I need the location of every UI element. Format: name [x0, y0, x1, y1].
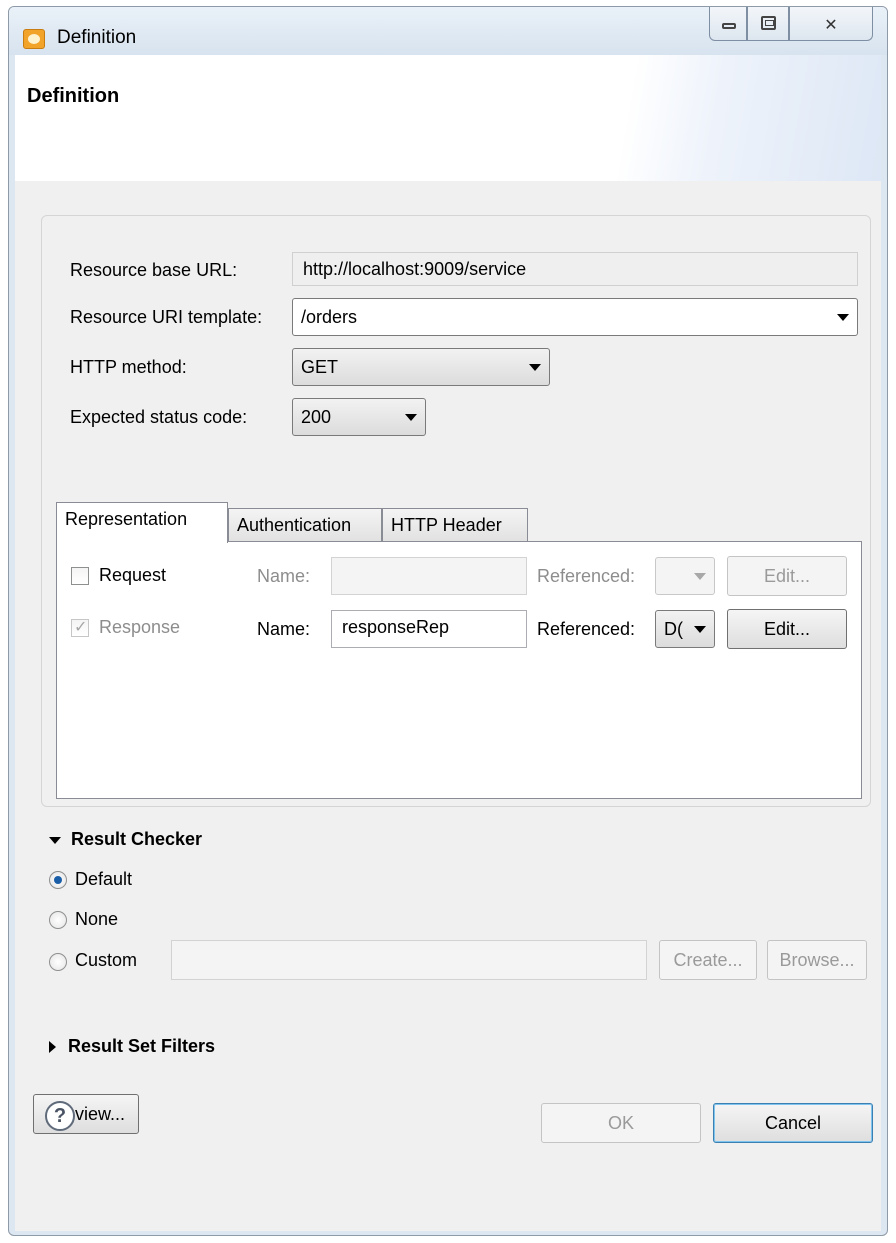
tab-representation[interactable]: Representation — [56, 502, 228, 543]
status-code-combo[interactable]: 200 — [292, 398, 426, 436]
triangle-right-icon — [49, 1041, 56, 1054]
base-url-field[interactable]: http://localhost:9009/service — [292, 252, 858, 286]
response-label: Response — [99, 617, 181, 637]
help-icon[interactable]: ? — [45, 1101, 75, 1131]
request-edit-button[interactable]: Edit... — [727, 556, 847, 596]
request-referenced-label: Referenced: — [537, 566, 636, 586]
chevron-down-icon — [837, 314, 849, 321]
close-icon: ✕ — [824, 17, 838, 34]
response-checkbox[interactable]: ✓ — [71, 619, 89, 637]
triangle-down-icon — [49, 836, 61, 844]
result-set-filters-header[interactable]: Result Set Filters — [49, 1036, 215, 1057]
http-method-value: GET — [301, 357, 339, 377]
minimize-button[interactable] — [709, 7, 747, 41]
minimize-icon — [722, 23, 736, 29]
radio-custom[interactable] — [49, 953, 67, 971]
cancel-button[interactable]: Cancel — [713, 1103, 873, 1143]
maximize-button[interactable] — [747, 7, 789, 41]
radio-none[interactable] — [49, 911, 67, 929]
base-url-value: http://localhost:9009/service — [303, 259, 527, 279]
dialog-window: Definition ✕ Definition Resource base UR… — [8, 6, 888, 1236]
request-name-label: Name: — [257, 566, 311, 586]
http-method-label: HTTP method: — [70, 357, 187, 377]
response-referenced-label: Referenced: — [537, 619, 636, 639]
response-edit-button[interactable]: Edit... — [727, 609, 847, 649]
result-checker-title: Result Checker — [71, 829, 203, 849]
http-method-combo[interactable]: GET — [292, 348, 550, 386]
result-checker-header[interactable]: Result Checker — [49, 829, 202, 850]
response-name-label: Name: — [257, 619, 311, 639]
chevron-down-icon — [694, 573, 706, 580]
chevron-down-icon — [529, 364, 541, 371]
response-name-value: responseRep — [342, 617, 450, 637]
ok-button[interactable]: OK — [541, 1103, 701, 1143]
dialog-client-area: Definition Resource base URL: http://loc… — [15, 55, 881, 1231]
status-code-label: Expected status code: — [70, 407, 248, 427]
radio-default-label: Default — [75, 869, 133, 889]
browse-button[interactable]: Browse... — [767, 940, 867, 980]
checkmark-icon: ✓ — [74, 619, 88, 636]
close-button[interactable]: ✕ — [789, 7, 873, 41]
request-label: Request — [99, 565, 167, 585]
request-checkbox[interactable] — [71, 567, 89, 585]
uri-template-combo[interactable]: /orders — [292, 298, 858, 336]
title-bar: Definition ✕ — [9, 7, 887, 55]
chevron-down-icon — [694, 626, 706, 633]
request-referenced-combo[interactable] — [655, 557, 715, 595]
result-set-filters-title: Result Set Filters — [68, 1036, 216, 1056]
request-name-input[interactable] — [331, 557, 527, 595]
representation-panel: Request Name: Referenced: Edit... ✓ Resp… — [56, 541, 862, 799]
response-referenced-combo[interactable]: D( — [655, 610, 715, 648]
radio-none-label: None — [75, 909, 119, 929]
response-referenced-value: D( — [664, 619, 683, 639]
response-name-input[interactable]: responseRep — [331, 610, 527, 648]
tab-authentication[interactable]: Authentication — [228, 508, 382, 542]
tab-http-header[interactable]: HTTP Header — [382, 508, 528, 542]
definition-group: Resource base URL: http://localhost:9009… — [41, 215, 871, 807]
uri-template-label: Resource URI template: — [70, 307, 263, 327]
radio-default[interactable] — [49, 871, 67, 889]
chevron-down-icon — [405, 414, 417, 421]
base-url-label: Resource base URL: — [70, 260, 238, 280]
create-button[interactable]: Create... — [659, 940, 757, 980]
app-icon — [23, 29, 45, 49]
dialog-banner: Definition — [15, 55, 881, 181]
uri-template-value: /orders — [301, 307, 358, 327]
status-code-value: 200 — [301, 407, 332, 427]
radio-custom-label: Custom — [75, 950, 138, 970]
window-title: Definition — [57, 27, 137, 48]
banner-title: Definition — [27, 85, 120, 107]
maximize-icon — [761, 16, 776, 30]
custom-checker-input[interactable] — [171, 940, 647, 980]
